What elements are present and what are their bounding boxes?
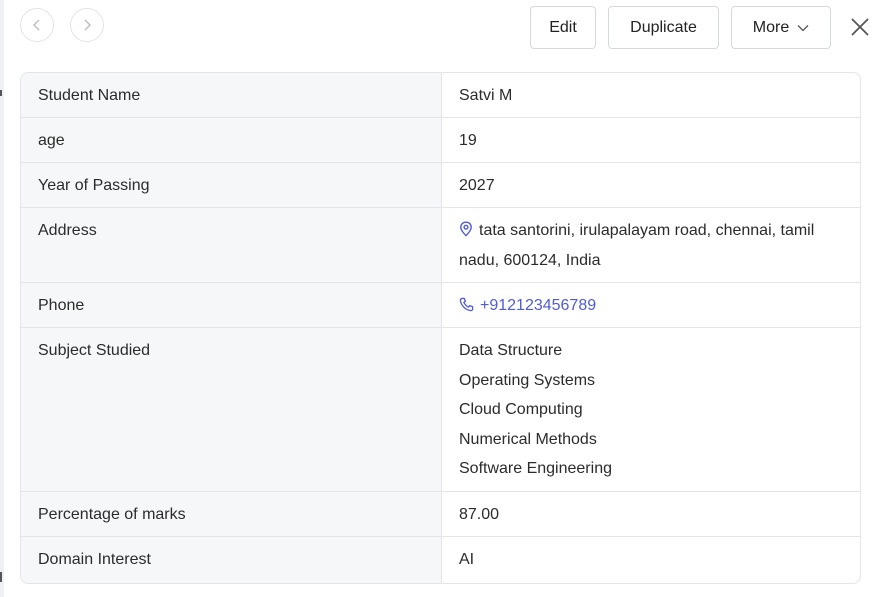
more-button-label: More — [752, 18, 790, 36]
address-text: tata santorini, irulapalayam road, chenn… — [459, 222, 815, 269]
phone-link[interactable]: +912123456789 — [459, 297, 596, 314]
field-value-domain-interest: AI — [459, 551, 475, 568]
field-row-subjects: Subject Studied Data Structure Operating… — [21, 328, 860, 492]
next-record-button[interactable] — [70, 8, 104, 42]
field-value-subjects: Data Structure Operating Systems Cloud C… — [442, 328, 860, 491]
field-label: Phone — [21, 283, 442, 327]
edit-button[interactable]: Edit — [530, 6, 596, 49]
duplicate-button-label: Duplicate — [630, 18, 697, 36]
field-row-student-name: Student Name Satvi M — [21, 73, 860, 118]
chevron-down-icon — [797, 24, 809, 31]
duplicate-button[interactable]: Duplicate — [608, 6, 719, 49]
location-pin-icon — [460, 221, 472, 237]
background-panel-edge — [0, 0, 4, 597]
field-value-percentage: 87.00 — [459, 506, 500, 523]
field-label: age — [21, 118, 442, 162]
subject-item: Cloud Computing — [459, 401, 583, 419]
field-value-address: tata santorini, irulapalayam road, chenn… — [442, 208, 860, 282]
field-value-phone: +912123456789 — [442, 283, 860, 327]
chevron-left-icon — [33, 19, 40, 31]
background-mark — [0, 572, 2, 582]
subject-item: Data Structure — [459, 342, 563, 359]
record-details-table: Student Name Satvi M age 19 Year of Pass… — [20, 72, 861, 584]
field-value-year-of-passing: 2027 — [459, 177, 495, 194]
previous-record-button[interactable] — [20, 8, 54, 42]
close-icon — [851, 18, 869, 36]
field-value-age: 19 — [459, 132, 477, 149]
field-label: Year of Passing — [21, 163, 442, 207]
field-label: Domain Interest — [21, 537, 442, 583]
field-label: Student Name — [21, 73, 442, 117]
field-label: Percentage of marks — [21, 492, 442, 536]
field-row-address: Address tata santorini, irulapalayam roa… — [21, 208, 860, 283]
field-row-age: age 19 — [21, 118, 860, 163]
edit-button-label: Edit — [549, 18, 577, 36]
field-label: Subject Studied — [21, 328, 442, 491]
more-button[interactable]: More — [731, 6, 831, 49]
field-row-phone: Phone +912123456789 — [21, 283, 860, 328]
field-row-domain-interest: Domain Interest AI — [21, 537, 860, 583]
chevron-right-icon — [84, 19, 91, 31]
field-row-year-of-passing: Year of Passing 2027 — [21, 163, 860, 208]
record-toolbar: Edit Duplicate More — [4, 0, 874, 54]
phone-icon — [459, 297, 474, 312]
subject-item: Software Engineering — [459, 460, 612, 478]
subject-item: Operating Systems — [459, 371, 596, 389]
field-value-student-name: Satvi M — [459, 87, 513, 104]
field-label: Address — [21, 208, 442, 282]
background-mark — [0, 90, 2, 96]
subject-item: Numerical Methods — [459, 430, 597, 448]
close-button[interactable] — [849, 16, 871, 38]
field-row-percentage: Percentage of marks 87.00 — [21, 492, 860, 537]
phone-number: +912123456789 — [480, 297, 597, 314]
